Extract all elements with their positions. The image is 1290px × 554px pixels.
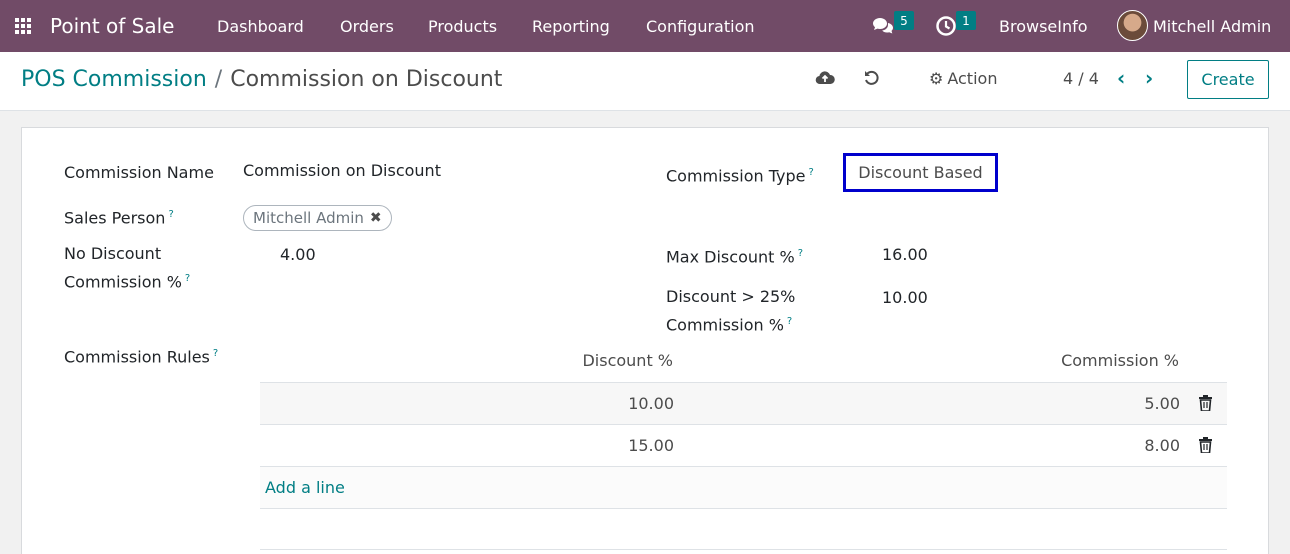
commission-name-field[interactable]: Commission on Discount	[243, 161, 441, 180]
discard-undo-icon[interactable]	[863, 52, 881, 104]
column-header-discount[interactable]: Discount %	[582, 351, 673, 370]
table-row[interactable]: 10.00 5.00	[260, 383, 1227, 425]
sales-person-tag-label: Mitchell Admin	[253, 209, 364, 227]
action-menu[interactable]: ⚙ Action	[929, 52, 997, 104]
discount-cell[interactable]: 15.00	[628, 436, 674, 455]
no-discount-commission-field[interactable]: 4.00	[280, 245, 316, 264]
table-row[interactable]: 15.00 8.00	[260, 425, 1227, 467]
commission-rules-label: Commission Rules?	[64, 347, 219, 367]
commission-type-select[interactable]: Discount Based	[843, 153, 998, 192]
menu-orders[interactable]: Orders	[340, 0, 394, 52]
messages-icon[interactable]	[872, 0, 894, 52]
pager-value[interactable]: 4 / 4	[1063, 52, 1099, 104]
help-tooltip-icon[interactable]: ?	[213, 348, 218, 359]
breadcrumb-parent[interactable]: POS Commission	[21, 67, 207, 92]
max-discount-label: Max Discount %?	[666, 247, 804, 267]
table-footer-divider	[260, 549, 1227, 550]
delete-row-trash-icon[interactable]	[1199, 437, 1212, 453]
activities-clock-icon[interactable]	[935, 0, 957, 52]
control-panel: POS Commission / Commission on Discount …	[0, 52, 1290, 111]
help-tooltip-icon[interactable]: ?	[808, 167, 813, 178]
add-line-link[interactable]: Add a line	[265, 478, 345, 497]
commission-name-label: Commission Name	[64, 163, 214, 182]
company-switcher[interactable]: BrowseInfo	[999, 0, 1088, 52]
save-cloud-icon[interactable]	[815, 52, 835, 104]
max-discount-field[interactable]: 16.00	[882, 245, 928, 264]
apps-menu-icon[interactable]	[15, 0, 35, 52]
user-menu[interactable]: Mitchell Admin	[1153, 0, 1271, 52]
create-button[interactable]: Create	[1187, 60, 1269, 99]
menu-configuration[interactable]: Configuration	[646, 0, 755, 52]
delete-row-trash-icon[interactable]	[1199, 395, 1212, 411]
breadcrumb-separator: /	[214, 67, 223, 92]
help-tooltip-icon[interactable]: ?	[168, 209, 173, 220]
pager-next-icon[interactable]: ›	[1145, 52, 1153, 104]
add-line-row	[260, 467, 1227, 509]
menu-reporting[interactable]: Reporting	[532, 0, 610, 52]
commission-cell[interactable]: 8.00	[1144, 436, 1180, 455]
gear-icon: ⚙	[929, 68, 944, 88]
breadcrumb-current: Commission on Discount	[230, 67, 503, 92]
help-tooltip-icon[interactable]: ?	[185, 273, 190, 284]
messages-count-badge: 5	[894, 11, 914, 30]
form-sheet: Commission Name Commission on Discount S…	[21, 127, 1269, 554]
commission-cell[interactable]: 5.00	[1144, 394, 1180, 413]
column-header-commission[interactable]: Commission %	[1061, 351, 1179, 370]
discount-gt-25-commission-label: Discount > 25% Commission %?	[666, 287, 796, 335]
action-label: Action	[947, 68, 998, 88]
discount-gt-25-commission-field[interactable]: 10.00	[882, 288, 928, 307]
app-title[interactable]: Point of Sale	[50, 0, 174, 52]
discount-cell[interactable]: 10.00	[628, 394, 674, 413]
activities-count-badge: 1	[956, 11, 976, 30]
pager-previous-icon[interactable]: ‹	[1117, 52, 1125, 104]
rules-table-header: Discount % Commission %	[260, 338, 1227, 383]
sales-person-tag[interactable]: Mitchell Admin ✖	[243, 205, 392, 231]
help-tooltip-icon[interactable]: ?	[798, 248, 803, 259]
menu-products[interactable]: Products	[428, 0, 497, 52]
menu-dashboard[interactable]: Dashboard	[217, 0, 304, 52]
commission-type-label: Commission Type?	[666, 166, 814, 186]
remove-tag-icon[interactable]: ✖	[370, 210, 382, 226]
help-tooltip-icon[interactable]: ?	[787, 316, 792, 327]
top-navbar: Point of Sale Dashboard Orders Products …	[0, 0, 1290, 52]
user-avatar[interactable]	[1117, 10, 1148, 41]
sales-person-label: Sales Person?	[64, 208, 174, 228]
breadcrumb: POS Commission / Commission on Discount	[21, 67, 502, 92]
no-discount-commission-label: No Discount Commission %?	[64, 244, 191, 292]
